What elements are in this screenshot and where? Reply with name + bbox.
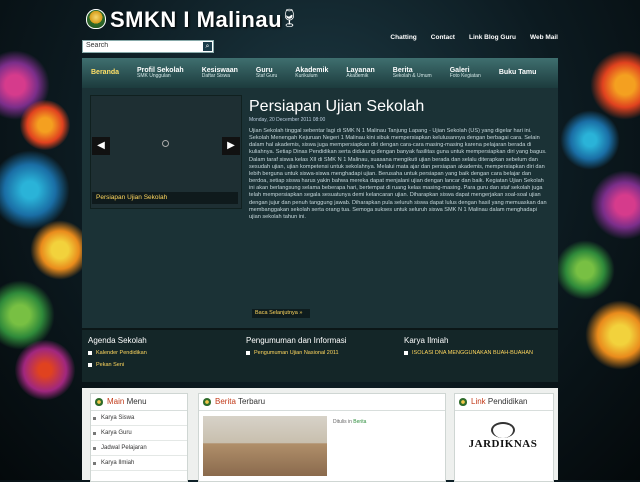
top-link-chatting[interactable]: Chatting (390, 34, 416, 41)
article-title[interactable]: Persiapan Ujian Sekolah (249, 98, 424, 116)
arrow-left-icon: ◀ (97, 140, 105, 151)
nav-sublabel: Foto Kegiatan (449, 73, 481, 80)
top-link-web-mail[interactable]: Web Mail (530, 34, 558, 41)
nav-sublabel: Akademik (346, 73, 369, 80)
jardiknas-text: JARDIKNAS (468, 438, 538, 450)
news-meta: Ditulis in Berita (333, 419, 366, 425)
nav-sublabel: Daftar Siswa (201, 73, 231, 80)
swirl-ornament-icon: 🍷︎ (278, 8, 301, 28)
link-pendidikan-panel: Link Pendidikan JARDIKNAS (454, 393, 554, 482)
main-navigation: Beranda Profil Sekolah SMK Unggulan Kesi… (82, 58, 558, 90)
agenda-item[interactable]: Pekan Seni (88, 362, 147, 368)
panel-heading-rest: Menu (124, 397, 147, 406)
school-logo-icon[interactable] (86, 9, 106, 29)
article-body: Ujian Sekolah tinggal sebentar lagi di S… (249, 128, 547, 220)
panel-heading-highlight: Link (471, 397, 486, 406)
panel-heading: Link Pendidikan (455, 394, 553, 411)
info-bar: Agenda Sekolah Kalender Pendidikan Pekan… (82, 328, 558, 382)
karya-ilmiah-column: Karya Ilmiah ISOLASI DNA MENGGUNAKAN BUA… (404, 336, 554, 362)
menu-item-jadwal-pelajaran[interactable]: Jadwal Pelajaran (91, 441, 187, 456)
nav-label: Beranda (91, 69, 120, 77)
agenda-column: Agenda Sekolah Kalender Pendidikan Pekan… (88, 336, 147, 374)
karya-ilmiah-item[interactable]: ISOLASI DNA MENGGUNAKAN BUAH-BUAHAN (404, 350, 554, 356)
jardiknas-logo[interactable]: JARDIKNAS (461, 418, 545, 472)
search-icon: ⌕ (205, 43, 210, 50)
arrow-right-icon: ▶ (227, 140, 235, 151)
nav-item-galeri[interactable]: Galeri Foto Kegiatan (441, 67, 490, 80)
nav-item-kesiswaan[interactable]: Kesiswaan Daftar Siswa (193, 67, 247, 80)
nav-sublabel: SMK Unggulan (137, 73, 171, 80)
karya-ilmiah-heading: Karya Ilmiah (404, 336, 449, 345)
slider-next-button[interactable]: ▶ (222, 137, 240, 155)
nav-item-profil-sekolah[interactable]: Profil Sekolah SMK Unggulan (128, 67, 193, 80)
shield-icon (459, 398, 467, 406)
news-meta-prefix: Ditulis in (333, 419, 354, 425)
search-box: ⌕ (82, 40, 214, 53)
main-menu-panel: Main Menu Karya Siswa Karya Guru Jadwal … (90, 393, 188, 482)
left-decoration (0, 40, 90, 480)
panel-heading: Berita Terbaru (199, 394, 445, 411)
slider-caption[interactable]: Persiapan Ujian Sekolah (92, 192, 238, 204)
pengumuman-item[interactable]: Pengumuman Ujian Nasional 2011 (246, 350, 347, 356)
nav-item-akademik[interactable]: Akademik Kurikulum (286, 67, 337, 80)
site-title[interactable]: SMKN I Malinau (110, 7, 282, 33)
nav-label: Buku Tamu (498, 69, 537, 77)
panel-heading-rest: Terbaru (235, 397, 266, 406)
pengumuman-column: Pengumuman dan Informasi Pengumuman Ujia… (246, 336, 347, 362)
agenda-heading: Agenda Sekolah (88, 336, 147, 345)
pengumuman-heading: Pengumuman dan Informasi (246, 336, 347, 345)
jardiknas-emblem-icon (491, 422, 515, 438)
read-more-button[interactable]: Baca Selanjutnya » (252, 309, 310, 318)
panel-heading-highlight: Berita (215, 397, 236, 406)
panel-heading: Main Menu (91, 394, 187, 411)
slider-prev-button[interactable]: ◀ (92, 137, 110, 155)
panel-heading-highlight: Main (107, 397, 125, 406)
loading-spinner-icon (162, 140, 169, 147)
nav-sublabel: Kurikulum (295, 73, 318, 80)
nav-item-buku-tamu[interactable]: Buku Tamu (490, 69, 546, 76)
article-date: Monday, 20 December 2011 08:00 (249, 117, 326, 123)
search-input[interactable] (86, 42, 196, 49)
top-link-blog-guru[interactable]: Link Blog Guru (469, 34, 516, 41)
nav-sublabel: Sekolah & Umum (392, 73, 432, 80)
news-category-link[interactable]: Berita (353, 419, 366, 425)
berita-panel: Berita Terbaru Ditulis in Berita (198, 393, 446, 482)
shield-icon (95, 398, 103, 406)
right-decoration (550, 40, 640, 480)
top-link-contact[interactable]: Contact (431, 34, 455, 41)
site-header: SMKN I Malinau 🍷︎ ⌕ Chatting Contact Lin… (82, 0, 558, 53)
panel-heading-rest: Pendidikan (485, 397, 528, 406)
nav-item-guru[interactable]: Guru Staf Guru (247, 67, 286, 80)
menu-item-karya-ilmiah[interactable]: Karya Ilmiah (91, 456, 187, 471)
news-thumbnail[interactable] (203, 416, 327, 476)
top-links: Chatting Contact Link Blog Guru Web Mail (390, 34, 558, 41)
nav-sublabel: Staf Guru (255, 73, 278, 80)
nav-item-layanan[interactable]: Layanan Akademik (337, 67, 383, 80)
search-button[interactable]: ⌕ (203, 42, 212, 51)
menu-item-karya-siswa[interactable]: Karya Siswa (91, 411, 187, 426)
menu-item-karya-guru[interactable]: Karya Guru (91, 426, 187, 441)
agenda-item[interactable]: Kalender Pendidikan (88, 350, 147, 356)
shield-icon (203, 398, 211, 406)
nav-item-beranda[interactable]: Beranda (82, 69, 128, 76)
nav-item-berita[interactable]: Berita Sekolah & Umum (384, 67, 441, 80)
